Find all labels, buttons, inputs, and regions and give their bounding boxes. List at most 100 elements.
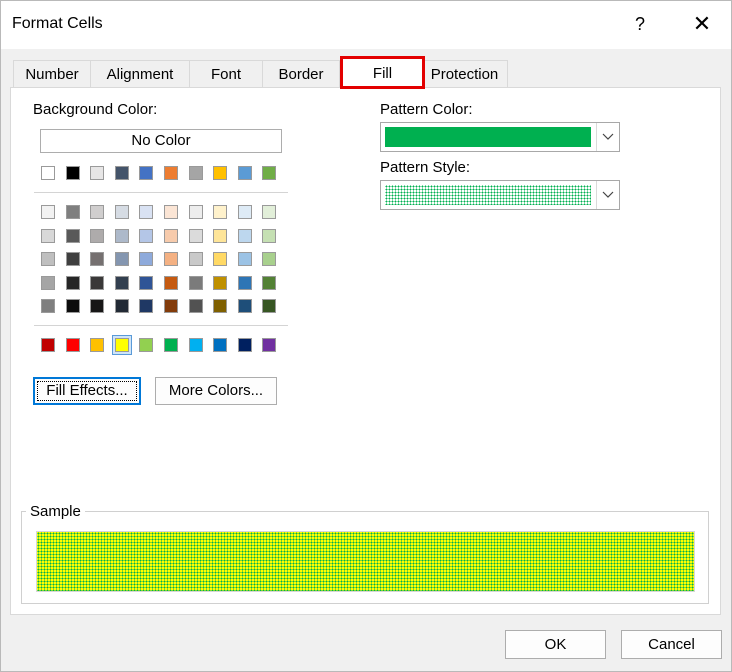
theme-shade-swatch[interactable] — [237, 205, 252, 219]
theme-shade-swatch[interactable] — [90, 252, 105, 266]
pattern-style-dropdown[interactable] — [380, 180, 620, 210]
theme-color-swatch[interactable] — [164, 166, 178, 180]
standard-color-swatch[interactable] — [114, 338, 129, 352]
theme-shade-swatch[interactable] — [90, 299, 105, 313]
theme-shade-swatch[interactable] — [262, 252, 277, 266]
more-colors-label: More Colors... — [168, 382, 264, 399]
format-cells-dialog: Format Cells ? ✕ Number Alignment Font B… — [0, 0, 732, 672]
theme-shade-swatch[interactable] — [41, 275, 55, 290]
standard-color-swatch[interactable] — [41, 338, 55, 352]
theme-shade-swatch[interactable] — [213, 205, 228, 219]
sample-label: Sample — [26, 503, 85, 520]
theme-shade-swatch[interactable] — [90, 205, 105, 219]
theme-color-swatch[interactable] — [41, 166, 55, 180]
palette-separator-top — [34, 192, 288, 193]
standard-color-swatch[interactable] — [164, 338, 178, 352]
theme-shade-swatch[interactable] — [237, 275, 252, 290]
cancel-button[interactable]: Cancel — [621, 630, 722, 659]
tab-fill[interactable]: Fill — [340, 56, 425, 89]
theme-color-swatch[interactable] — [262, 166, 277, 180]
theme-shade-swatch[interactable] — [237, 299, 252, 313]
theme-shade-swatch[interactable] — [262, 275, 277, 290]
theme-shade-swatch[interactable] — [164, 228, 178, 243]
theme-color-swatch[interactable] — [114, 166, 129, 180]
theme-shade-swatch[interactable] — [41, 205, 55, 219]
standard-color-swatch[interactable] — [262, 338, 277, 352]
chevron-down-icon[interactable] — [596, 181, 619, 209]
theme-shade-swatch[interactable] — [65, 252, 80, 266]
sample-preview — [36, 531, 695, 592]
theme-shade-swatch[interactable] — [213, 299, 228, 313]
tab-alignment[interactable]: Alignment — [90, 60, 190, 87]
pattern-style-label: Pattern Style: — [380, 159, 471, 176]
tab-protection[interactable]: Protection — [421, 60, 508, 87]
theme-shade-swatch[interactable] — [90, 275, 105, 290]
theme-color-swatch[interactable] — [188, 166, 203, 180]
theme-shade-swatch[interactable] — [237, 252, 252, 266]
theme-shade-swatch[interactable] — [139, 275, 154, 290]
theme-color-swatch[interactable] — [213, 166, 228, 180]
theme-shade-swatch[interactable] — [237, 228, 252, 243]
theme-shade-swatch[interactable] — [41, 299, 55, 313]
theme-shade-swatch[interactable] — [262, 228, 277, 243]
theme-shade-swatch[interactable] — [188, 299, 203, 313]
theme-shade-swatch[interactable] — [65, 275, 80, 290]
theme-shade-swatch[interactable] — [114, 299, 129, 313]
dialog-title: Format Cells — [12, 15, 103, 32]
theme-shade-swatch[interactable] — [41, 252, 55, 266]
ok-button[interactable]: OK — [505, 630, 606, 659]
close-button[interactable]: ✕ — [687, 5, 717, 43]
standard-color-swatch[interactable] — [213, 338, 228, 352]
theme-color-swatch[interactable] — [139, 166, 154, 180]
theme-color-swatch[interactable] — [90, 166, 105, 180]
theme-shade-swatch[interactable] — [139, 228, 154, 243]
theme-shade-swatch[interactable] — [188, 228, 203, 243]
theme-shade-swatch[interactable] — [65, 228, 80, 243]
standard-color-swatch[interactable] — [237, 338, 252, 352]
theme-shade-swatch[interactable] — [139, 299, 154, 313]
theme-shade-swatch[interactable] — [213, 228, 228, 243]
theme-shade-swatch[interactable] — [65, 205, 80, 219]
theme-shade-swatch[interactable] — [262, 299, 277, 313]
theme-shade-swatch[interactable] — [41, 228, 55, 243]
theme-shade-swatch[interactable] — [164, 275, 178, 290]
no-color-button[interactable]: No Color — [40, 129, 282, 153]
focus-ring — [37, 381, 137, 401]
theme-shade-swatch[interactable] — [164, 252, 178, 266]
theme-shade-swatch[interactable] — [114, 228, 129, 243]
pattern-color-dropdown[interactable] — [380, 122, 620, 152]
theme-shade-swatch[interactable] — [114, 205, 129, 219]
fill-effects-button[interactable]: Fill Effects... — [33, 377, 141, 405]
theme-color-swatch[interactable] — [237, 166, 252, 180]
theme-shade-swatch[interactable] — [90, 228, 105, 243]
pattern-style-preview — [385, 185, 591, 205]
tab-font[interactable]: Font — [189, 60, 263, 87]
tab-border[interactable]: Border — [262, 60, 340, 87]
theme-shade-swatch[interactable] — [188, 205, 203, 219]
theme-shade-swatch[interactable] — [114, 252, 129, 266]
more-colors-button[interactable]: More Colors... — [155, 377, 277, 405]
standard-color-swatch[interactable] — [90, 338, 105, 352]
standard-color-swatch[interactable] — [188, 338, 203, 352]
chevron-down-icon[interactable] — [596, 123, 619, 151]
cancel-label: Cancel — [648, 636, 695, 653]
theme-shade-swatch[interactable] — [65, 299, 80, 313]
pattern-color-preview — [385, 127, 591, 147]
tab-number[interactable]: Number — [13, 60, 91, 87]
theme-shade-swatch[interactable] — [213, 275, 228, 290]
standard-color-swatch[interactable] — [65, 338, 80, 352]
theme-color-swatch[interactable] — [65, 166, 80, 180]
theme-shade-swatch[interactable] — [139, 205, 154, 219]
tab-protection-label: Protection — [430, 66, 499, 83]
background-color-label: Background Color: — [33, 101, 158, 118]
theme-shade-swatch[interactable] — [213, 252, 228, 266]
theme-shade-swatch[interactable] — [188, 275, 203, 290]
theme-shade-swatch[interactable] — [262, 205, 277, 219]
help-button[interactable]: ? — [625, 5, 655, 43]
theme-shade-swatch[interactable] — [114, 275, 129, 290]
theme-shade-swatch[interactable] — [164, 299, 178, 313]
theme-shade-swatch[interactable] — [164, 205, 178, 219]
theme-shade-swatch[interactable] — [139, 252, 154, 266]
theme-shade-swatch[interactable] — [188, 252, 203, 266]
standard-color-swatch[interactable] — [139, 338, 154, 352]
